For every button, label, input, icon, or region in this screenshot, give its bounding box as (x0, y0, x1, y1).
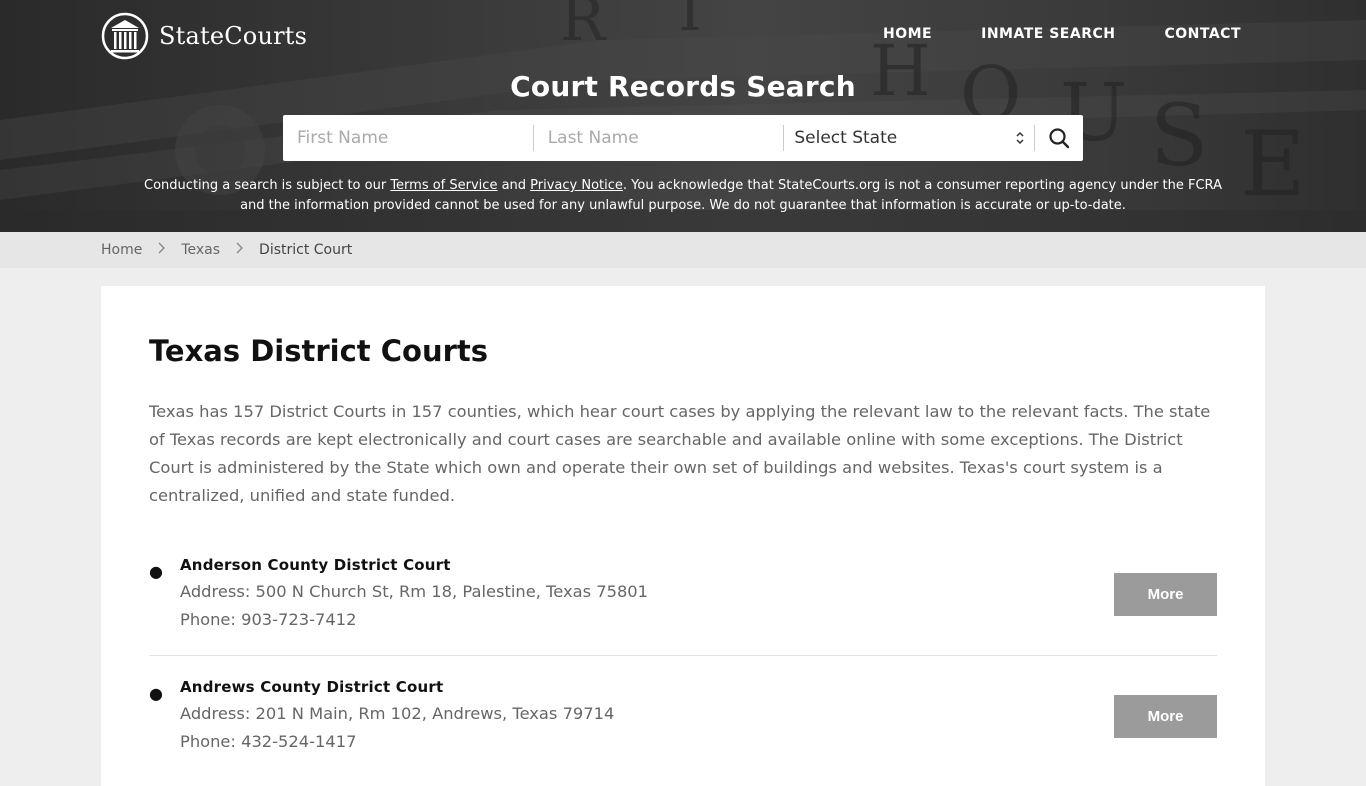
search-disclaimer: Conducting a search is subject to our Te… (130, 176, 1236, 216)
last-name-input[interactable] (547, 128, 784, 148)
search-button[interactable] (1035, 115, 1083, 161)
privacy-notice-link[interactable]: Privacy Notice (530, 178, 623, 193)
search-icon (1049, 128, 1070, 149)
state-select[interactable]: Select State (784, 115, 1034, 161)
main-content-card: Texas District Courts Texas has 157 Dist… (101, 286, 1265, 786)
nav-contact[interactable]: CONTACT (1164, 26, 1241, 42)
court-list-item: ● Andrews County District Court Address:… (149, 676, 1217, 776)
court-phone: Phone: 432-524-1417 (180, 732, 357, 751)
breadcrumb-texas[interactable]: Texas (181, 242, 220, 258)
first-name-input[interactable] (297, 128, 533, 148)
courthouse-columns-icon (101, 12, 149, 60)
court-name: Anderson County District Court (180, 556, 451, 574)
nav-inmate-search[interactable]: INMATE SEARCH (981, 26, 1115, 42)
chevron-right-icon (236, 242, 244, 258)
state-select-value: Select State (794, 128, 898, 148)
breadcrumb: Home Texas District Court (0, 232, 1366, 268)
court-address: Address: 201 N Main, Rm 102, Andrews, Te… (180, 704, 615, 723)
breadcrumb-home[interactable]: Home (101, 242, 142, 258)
brand-name: StateCourts (159, 22, 308, 50)
first-name-field-wrapper (283, 115, 533, 161)
terms-of-service-link[interactable]: Terms of Service (390, 178, 497, 193)
chevron-right-icon (158, 242, 166, 258)
intro-paragraph: Texas has 157 District Courts in 157 cou… (149, 402, 1211, 505)
last-name-field-wrapper (534, 115, 784, 161)
hero-banner: H O U S E R T StateCourts HOME INMATE SE… (0, 0, 1366, 232)
nav-home[interactable]: HOME (883, 26, 932, 42)
disclaimer-prefix: Conducting a search is subject to our (144, 178, 391, 193)
more-button[interactable]: More (1114, 695, 1217, 738)
disclaimer-and: and (497, 178, 531, 193)
bullet-icon: ● (149, 562, 163, 581)
court-name: Andrews County District Court (180, 678, 444, 696)
court-address: Address: 500 N Church St, Rm 18, Palesti… (180, 582, 649, 601)
court-list-item: ● Anderson County District Court Address… (149, 554, 1217, 656)
top-nav: HOME INMATE SEARCH CONTACT (883, 26, 1241, 42)
updown-arrows-icon (1016, 131, 1024, 145)
court-phone: Phone: 903-723-7412 (180, 610, 357, 629)
page-title: Texas District Courts (149, 334, 489, 368)
court-records-search-form: Select State (283, 115, 1083, 161)
more-button[interactable]: More (1114, 573, 1217, 616)
hero-title: Court Records Search (510, 70, 856, 103)
bullet-icon: ● (149, 684, 163, 703)
breadcrumb-current: District Court (259, 242, 353, 258)
logo-link[interactable]: StateCourts (101, 12, 307, 60)
